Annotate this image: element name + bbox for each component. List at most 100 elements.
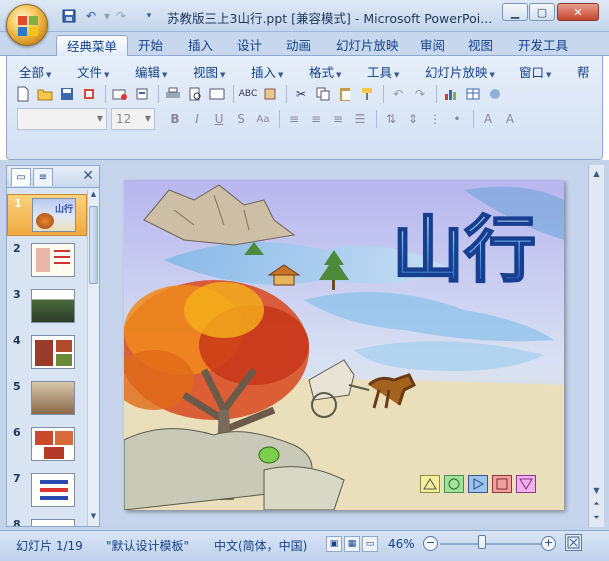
menu-insert[interactable]: 插入 ▼ <box>251 62 283 81</box>
menu-tools[interactable]: 工具 ▼ <box>367 62 399 81</box>
close-button[interactable]: ✕ <box>557 3 599 21</box>
tab-classic-menu[interactable]: 经典菜单 <box>56 35 129 56</box>
zoom-in-icon[interactable]: + <box>541 536 556 551</box>
menu-all[interactable]: 全部 ▼ <box>19 62 51 81</box>
italic-icon[interactable]: I <box>187 109 207 129</box>
tab-review[interactable]: 审阅 <box>410 35 455 56</box>
align-right-icon[interactable]: ≡ <box>328 109 348 129</box>
line-spacing-icon[interactable]: ⇕ <box>403 109 423 129</box>
underline-icon[interactable]: U <box>209 109 229 129</box>
slide-thumbnail[interactable]: 1 山行 <box>7 194 87 236</box>
tab-design[interactable]: 设计 <box>227 35 272 56</box>
font-size-combo[interactable]: 12 ▼ <box>111 108 155 130</box>
redo-toolbar-icon[interactable]: ↷ <box>410 84 430 104</box>
justify-icon[interactable]: ☰ <box>350 109 370 129</box>
fit-to-window-icon[interactable] <box>565 534 582 551</box>
bold-icon[interactable]: B <box>165 109 185 129</box>
slide-scrollbar[interactable]: ▲ ▼ ⏶ ⏷ <box>588 165 604 527</box>
circle-button[interactable] <box>444 475 464 493</box>
office-button[interactable] <box>6 4 48 46</box>
slideshow-view-icon[interactable]: ▭ <box>362 536 378 552</box>
bullets-icon[interactable]: • <box>447 109 467 129</box>
slide-thumbnail[interactable]: 2 <box>7 240 87 282</box>
menu-view[interactable]: 视图 ▼ <box>193 62 225 81</box>
zoom-slider-knob[interactable] <box>478 535 487 549</box>
tab-animations[interactable]: 动画 <box>276 35 321 56</box>
save-toolbar-icon[interactable] <box>57 84 77 104</box>
font-name-combo[interactable]: ▼ <box>17 108 107 130</box>
redo-icon[interactable]: ↷ <box>112 7 130 25</box>
permission-icon[interactable] <box>79 84 99 104</box>
slide-thumbnail[interactable]: 8 <box>7 516 87 526</box>
tab-insert[interactable]: 插入 <box>178 35 223 56</box>
panel-scrollbar[interactable]: ▲ ▼ <box>87 190 99 526</box>
language-indicator[interactable]: 中文(简体，中国) <box>214 537 307 554</box>
open-icon[interactable] <box>35 84 55 104</box>
table-icon[interactable] <box>463 84 483 104</box>
slide-thumbnail[interactable]: 5 <box>7 378 87 420</box>
tab-slideshow[interactable]: 幻灯片放映 <box>326 35 409 56</box>
save-icon[interactable] <box>60 7 78 25</box>
text-direction-icon[interactable]: ⇅ <box>381 109 401 129</box>
scroll-up-icon[interactable]: ▲ <box>88 190 99 204</box>
menu-slideshow[interactable]: 幻灯片放映 ▼ <box>425 62 495 81</box>
outline-tab[interactable]: ≡ <box>33 168 53 186</box>
tab-view[interactable]: 视图 <box>458 35 503 56</box>
layout-icon[interactable] <box>207 84 227 104</box>
cut-icon[interactable]: ✂ <box>291 84 311 104</box>
change-case-icon[interactable]: Aa <box>253 109 273 129</box>
close-panel-icon[interactable]: ✕ <box>82 168 94 184</box>
shadow-icon[interactable]: S <box>231 109 251 129</box>
menu-format[interactable]: 格式 ▼ <box>309 62 341 81</box>
scroll-up-icon[interactable]: ▲ <box>590 166 603 180</box>
slide-sorter-icon[interactable]: ▦ <box>344 536 360 552</box>
down-triangle-button[interactable] <box>516 475 536 493</box>
menu-edit[interactable]: 编辑 ▼ <box>135 62 167 81</box>
menu-help[interactable]: 帮 <box>577 62 590 81</box>
slide[interactable]: 山行 <box>124 180 564 510</box>
print-icon[interactable] <box>163 84 183 104</box>
normal-view-icon[interactable]: ▣ <box>326 536 342 552</box>
next-slide-icon[interactable]: ⏷ <box>590 511 603 525</box>
menu-window[interactable]: 窗口 ▼ <box>519 62 551 81</box>
thumbnail-image <box>31 427 75 461</box>
tab-developer[interactable]: 开发工具 <box>508 35 578 56</box>
zoom-percent[interactable]: 46% <box>388 537 415 551</box>
square-button[interactable] <box>492 475 512 493</box>
research-icon[interactable] <box>260 84 280 104</box>
slides-tab[interactable]: ▭ <box>11 168 31 186</box>
slide-thumbnail[interactable]: 7 <box>7 470 87 512</box>
align-left-icon[interactable]: ≡ <box>284 109 304 129</box>
hyperlink-icon[interactable] <box>485 84 505 104</box>
zoom-slider[interactable] <box>440 543 542 545</box>
scroll-down-icon[interactable]: ▼ <box>88 512 99 526</box>
scroll-down-icon[interactable]: ▼ <box>590 483 603 497</box>
customize-quick-access-icon[interactable]: ▾ <box>140 7 158 25</box>
new-icon[interactable] <box>13 84 33 104</box>
triangle-button[interactable] <box>420 475 440 493</box>
zoom-out-icon[interactable]: − <box>423 536 438 551</box>
font-color-icon[interactable]: A <box>478 109 498 129</box>
email-icon[interactable] <box>110 84 130 104</box>
play-button[interactable] <box>468 475 488 493</box>
minimize-button[interactable]: ▁ <box>502 3 528 21</box>
align-center-icon[interactable]: ≡ <box>306 109 326 129</box>
format-painter-icon[interactable] <box>357 84 377 104</box>
paste-icon[interactable] <box>335 84 355 104</box>
slide-thumbnail[interactable]: 6 <box>7 424 87 466</box>
maximize-button[interactable]: ▢ <box>529 3 555 21</box>
copy-icon[interactable] <box>313 84 333 104</box>
grow-font-icon[interactable]: A <box>500 109 520 129</box>
chart-icon[interactable] <box>441 84 461 104</box>
scroll-thumb[interactable] <box>89 206 98 284</box>
previous-slide-icon[interactable]: ⏶ <box>590 497 603 511</box>
slide-thumbnail[interactable]: 3 <box>7 286 87 328</box>
spelling-icon[interactable]: ABC <box>238 84 258 104</box>
print-preview-icon[interactable] <box>185 84 205 104</box>
attach-icon[interactable] <box>132 84 152 104</box>
numbering-icon[interactable]: ⋮ <box>425 109 445 129</box>
menu-file[interactable]: 文件 ▼ <box>77 62 109 81</box>
slide-thumbnail[interactable]: 4 <box>7 332 87 374</box>
tab-home[interactable]: 开始 <box>128 35 173 56</box>
undo-toolbar-icon[interactable]: ↶ <box>388 84 408 104</box>
